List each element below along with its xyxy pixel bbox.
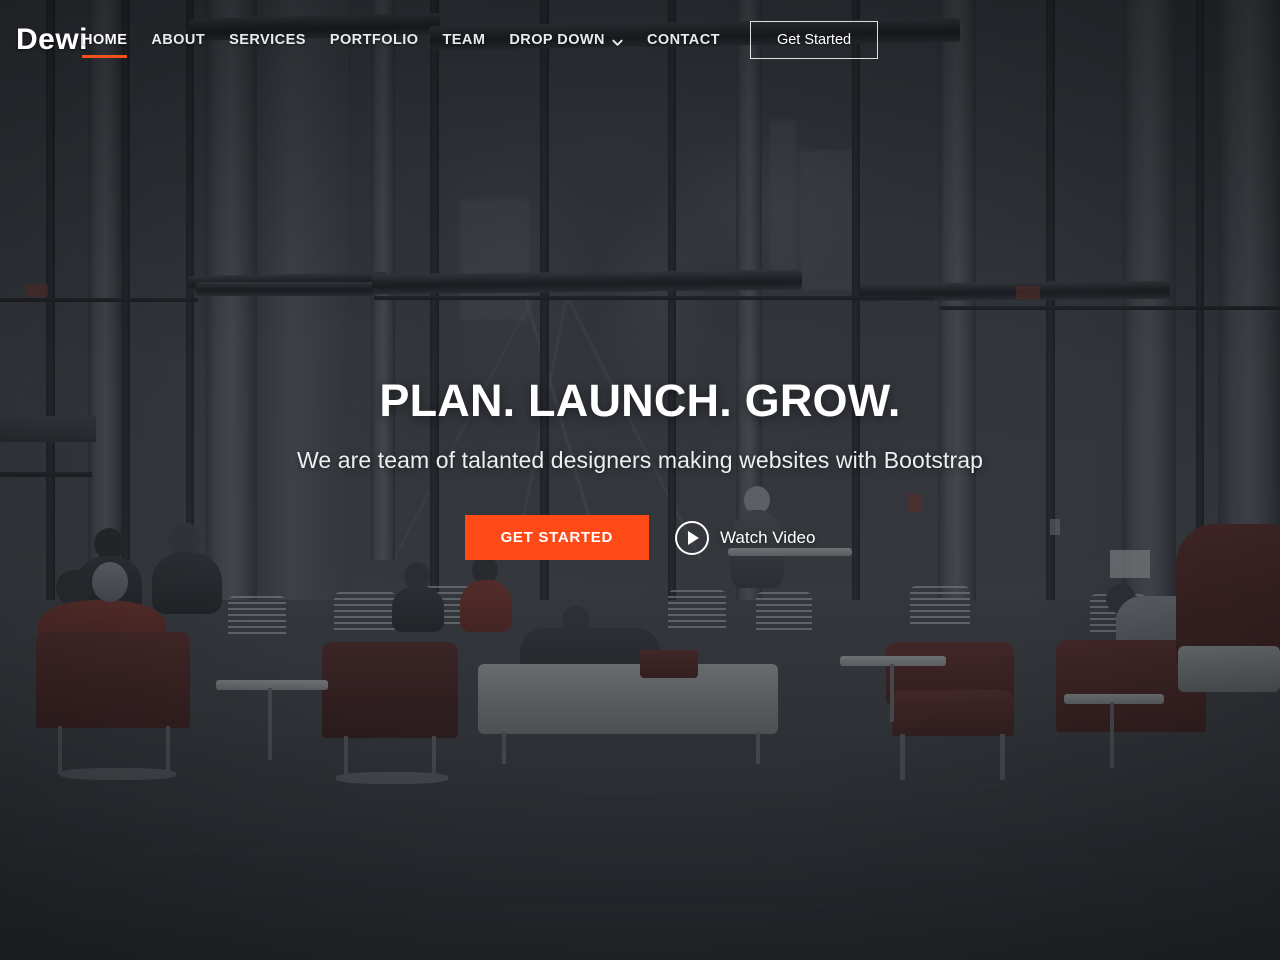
nav-item-services[interactable]: SERVICES (217, 22, 318, 58)
nav-item-portfolio[interactable]: PORTFOLIO (318, 22, 431, 58)
watch-video-button[interactable]: Watch Video (674, 520, 816, 555)
nav-menu: HOME ABOUT SERVICES PORTFOLIO TEAM DROP … (70, 22, 732, 58)
get-started-nav-button[interactable]: Get Started (749, 21, 879, 59)
nav-item-label: CONTACT (646, 32, 720, 48)
nav-item-label: DROP DOWN (509, 32, 605, 48)
nav-item-home[interactable]: HOME (70, 22, 139, 58)
hero-actions: GET STARTED Watch Video (40, 515, 1240, 561)
nav-item-label: HOME (82, 32, 128, 48)
get-started-hero-button[interactable]: GET STARTED (464, 515, 649, 561)
hero-content: PLAN. LAUNCH. GROW. We are team of talan… (0, 375, 1280, 561)
nav-item-contact[interactable]: CONTACT (635, 22, 732, 58)
nav-item-team[interactable]: TEAM (430, 22, 497, 58)
navbar: Dewi HOME ABOUT SERVICES PORTFOLIO TEAM (0, 0, 1280, 80)
nav-item-about[interactable]: ABOUT (139, 22, 217, 58)
play-triangle (687, 530, 699, 545)
hero-section: Dewi HOME ABOUT SERVICES PORTFOLIO TEAM (0, 0, 1280, 960)
hero-subtitle: We are team of talanted designers making… (296, 447, 984, 474)
nav-item-label: ABOUT (151, 32, 206, 48)
nav-item-label: PORTFOLIO (329, 32, 419, 48)
nav-item-label: TEAM (442, 32, 486, 48)
main-navigation: HOME ABOUT SERVICES PORTFOLIO TEAM DROP … (82, 22, 750, 58)
chevron-down-icon (612, 36, 623, 47)
play-circle-icon (674, 520, 709, 555)
nav-item-label: SERVICES (229, 32, 306, 48)
nav-item-dropdown[interactable]: DROP DOWN (497, 22, 635, 58)
hero-title: PLAN. LAUNCH. GROW. (379, 375, 901, 426)
watch-video-label: Watch Video (719, 527, 816, 547)
